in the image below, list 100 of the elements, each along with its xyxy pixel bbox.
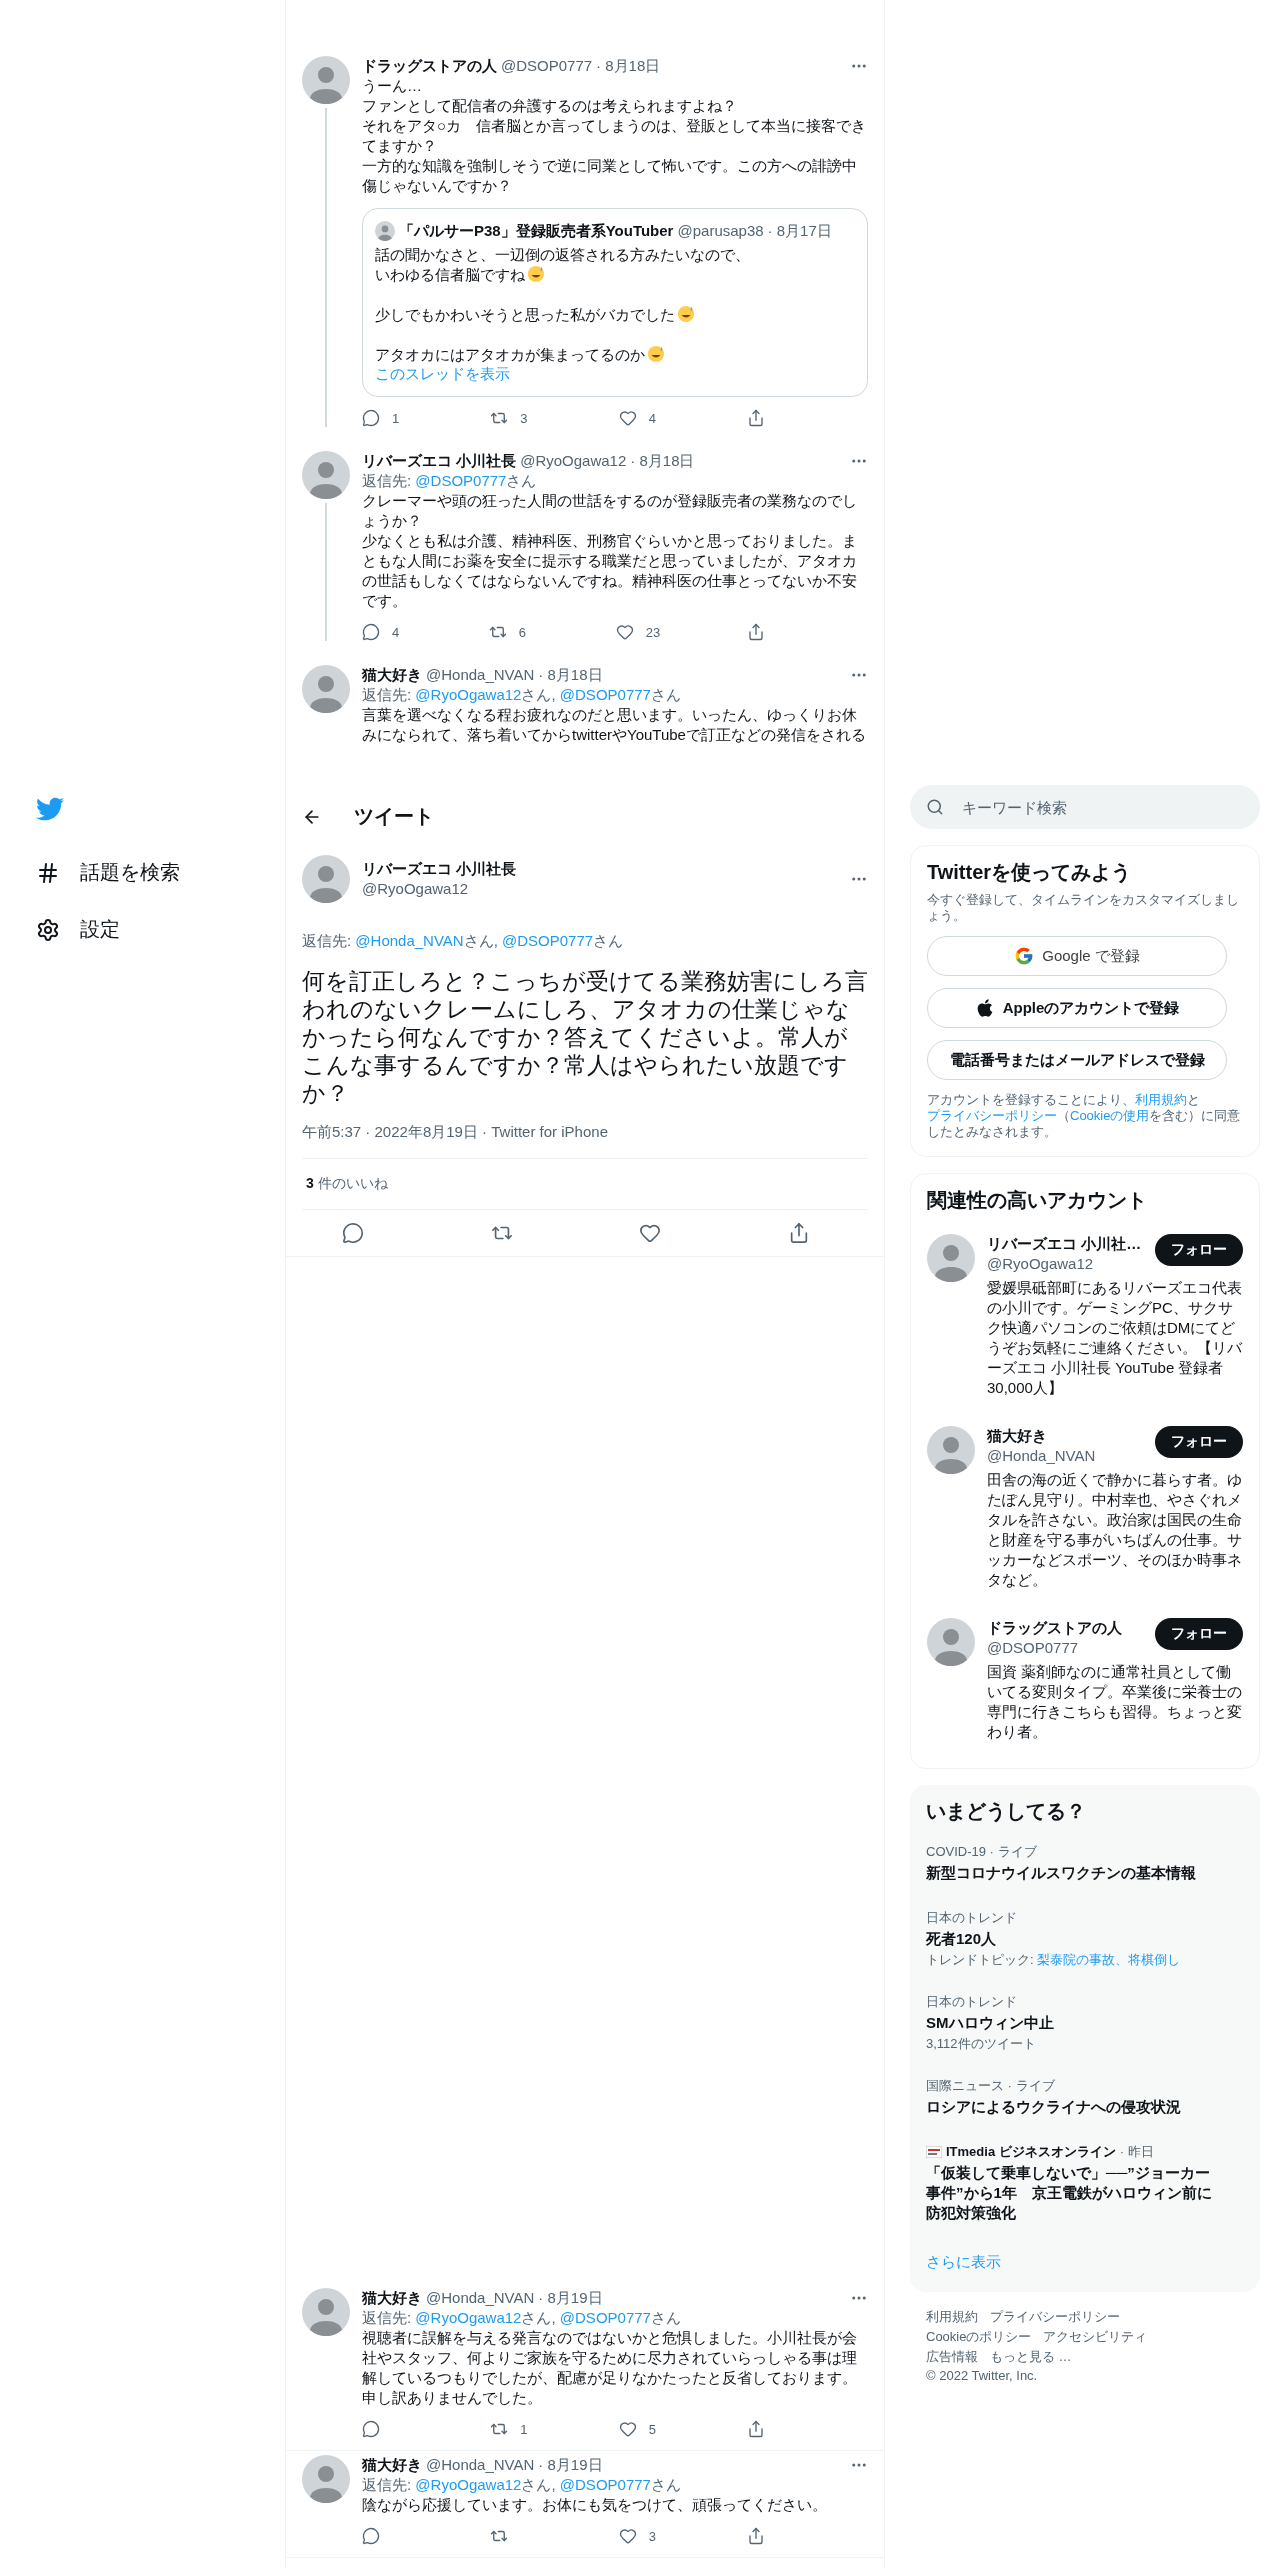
footer-link[interactable]: アクセシビリティ	[1043, 2328, 1148, 2346]
reply-to-line: 返信先: @RyoOgawa12さん, @DSOP0777さん	[362, 2308, 682, 2328]
tweet-date[interactable]: · 8月18日	[630, 451, 695, 471]
follow-button[interactable]: フォロー	[1155, 1618, 1243, 1650]
tweet-date[interactable]: · 8月18日	[596, 56, 661, 76]
account-bio: 田舎の海の近くで静かに暮らす者。ゆたぽん見守り。中村幸也、やさぐれメタルを許さない。政治家は国民の生命と財産を守る事がいちばんの仕事。サッカーなどスポーツ、そのほか時事ネタなど。	[987, 1470, 1243, 1590]
nav-item[interactable]: 設定	[30, 908, 285, 951]
page-title: ツイート	[354, 804, 434, 829]
trend-title[interactable]: 「仮装して乗車しないで」──”ジョーカー事件”から1年 京王電鉄がハロウィン前に防犯対策強化	[926, 2163, 1221, 2223]
terms-text: アカウントを登録することにより、利用規約 と プライバシーポリシー（Cookieの使用を含む）に同意したとみなされます。	[927, 1092, 1242, 1140]
account-name[interactable]: ドラッグストアの人	[987, 1618, 1122, 1638]
footer-link[interactable]: 広告情報	[926, 2348, 978, 2366]
retweet-button[interactable]: 3	[490, 409, 531, 427]
author-name[interactable]: 猫大好き	[362, 665, 422, 685]
signup-button[interactable]: 電話番号またはメールアドレスで登録	[927, 1040, 1227, 1080]
footer-link[interactable]: 利用規約	[926, 2308, 978, 2326]
account-handle: @RyoOgawa12	[987, 1254, 1095, 1274]
trend-title[interactable]: 新型コロナウイルスワクチンの基本情報	[926, 1863, 1221, 1883]
tweet-text: うーん…	[362, 76, 423, 96]
author-name[interactable]: 猫大好き	[362, 2455, 422, 2475]
account-bio: 国資 薬剤師なのに通常社員として働いてる変則タイプ。卒業後に栄養士の専門に行きこちらも習得。ちょっと変わり者。	[987, 1662, 1243, 1742]
google-logo-icon	[1014, 946, 1035, 966]
like-button[interactable]: 3	[618, 2527, 659, 2545]
speech-bubble-icon	[362, 2420, 380, 2438]
share-icon	[747, 623, 765, 641]
quote-text: いわゆる信者脳ですね	[375, 266, 525, 283]
search-field[interactable]: キーワード検索	[910, 785, 1260, 829]
author-handle: @DSOP0777	[501, 56, 593, 76]
author-handle: @RyoOgawa12	[520, 451, 627, 471]
heart-icon	[615, 623, 634, 641]
tweet-text: ファンとして配信者の弁護するのは考えられますよね？	[362, 96, 738, 116]
copyright: © 2022 Twitter, Inc.	[926, 2368, 1038, 2383]
tweet-date[interactable]: · 8月18日	[538, 665, 603, 685]
author-handle: @Honda_NVAN	[426, 2288, 535, 2308]
avatar[interactable]	[927, 1618, 975, 1666]
avatar[interactable]	[375, 221, 395, 241]
likes-count[interactable]: 3 件のいいね	[306, 1175, 388, 1191]
speech-bubble-icon	[362, 2527, 380, 2545]
author-name[interactable]: リバーズエコ 小川社長	[362, 451, 517, 471]
news-time: · 昨日	[1119, 2143, 1154, 2161]
like-button[interactable]: 4	[618, 409, 659, 427]
like-button[interactable]: 23	[615, 623, 661, 641]
like-button[interactable]: 5	[618, 2420, 659, 2438]
author-handle: @Honda_NVAN	[426, 665, 535, 685]
avatar[interactable]	[302, 2288, 350, 2336]
tweet-date[interactable]: · 8月19日	[538, 2288, 603, 2308]
avatar[interactable]	[302, 2455, 350, 2503]
quoted-tweet[interactable]: 「パルサーP38」登録販売者系YouTuber @parusap38 · 8月17日 話の聞かなさと、一辺倒の返答される方みたいなので、 いわゆる信者脳ですね 少しでもかわいそうと思った私がバカでした アタオカにはアタオカが集まってるのか このスレッドを表示	[362, 208, 868, 397]
reply-button[interactable]: 4	[362, 623, 402, 641]
avatar[interactable]	[302, 451, 350, 499]
heart-icon	[618, 409, 637, 427]
bird-logo-icon[interactable]	[36, 795, 64, 823]
search-icon	[926, 798, 944, 816]
hash-icon	[36, 860, 60, 885]
share-icon	[747, 2420, 765, 2438]
quote-text: 話の聞かなさと、一辺倒の返答される方みたいなので、	[375, 246, 750, 263]
trend-title[interactable]: SMハロウィン中止	[926, 2013, 1221, 2033]
avatar[interactable]	[927, 1426, 975, 1474]
avatar[interactable]	[302, 665, 350, 713]
author-handle: @RyoOgawa12	[362, 879, 470, 899]
tweet-text: クレーマーや頭の狂った人間の世話をするのが登録販売者の業務なのでしょうか？	[362, 491, 858, 531]
reply-to-line: 返信先: @RyoOgawa12さん, @DSOP0777さん	[362, 2475, 682, 2495]
trend-title[interactable]: ロシアによるウクライナへの侵攻状況	[926, 2097, 1221, 2117]
trend-context: 国際ニュース · ライブ	[926, 2077, 1056, 2095]
tweet-timestamp: 午前5:37 · 2022年8月19日 · Twitter for iPhone	[302, 1123, 608, 1140]
news-logo-icon	[926, 2146, 942, 2158]
settings-icon	[36, 917, 60, 942]
account-handle: @Honda_NVAN	[987, 1446, 1096, 1466]
account-name[interactable]: リバーズエコ 小川社…	[987, 1234, 1142, 1254]
avatar[interactable]	[302, 855, 350, 903]
footer-link[interactable]: もっと見る …	[990, 2348, 1072, 2366]
heart-icon	[618, 2527, 637, 2545]
author-name[interactable]: ドラッグストアの人	[362, 56, 497, 76]
tweet-text: それをアタ○カ 信者脳とか言ってしまうのは、登販として本当に接客できてますか？	[362, 116, 868, 156]
follow-button[interactable]: フォロー	[1155, 1234, 1243, 1266]
nav-item[interactable]: 話題を検索	[30, 851, 285, 894]
tweet-text: 何を訂正しろと？こっちが受けてる業務妨害にしろ言われのないクレームにしろ、アタオカの仕業じゃなかったら何なんですか？答えてくださいよ。常人がこんな事するんですか？常人はやられたい放題ですか？	[302, 967, 868, 1107]
tweet-date[interactable]: · 8月19日	[538, 2455, 603, 2475]
retweet-button[interactable]: 1	[490, 2420, 531, 2438]
signup-subtitle: 今すぐ登録して、タイムラインをカスタマイズしましょう。	[927, 892, 1240, 924]
avatar[interactable]	[302, 56, 350, 104]
share-icon	[747, 409, 765, 427]
reply-button[interactable]: 1	[362, 409, 402, 427]
news-source: ITmedia ビジネスオンライン	[946, 2143, 1116, 2161]
speech-bubble-icon	[362, 623, 380, 641]
speech-bubble-icon	[362, 409, 380, 427]
footer-link[interactable]: プライバシーポリシー	[990, 2308, 1120, 2326]
author-name[interactable]: 猫大好き	[362, 2288, 422, 2308]
signup-button[interactable]: Appleのアカウントで登録	[927, 988, 1227, 1028]
author-name[interactable]: リバーズエコ 小川社長	[362, 859, 517, 879]
follow-button[interactable]: フォロー	[1155, 1426, 1243, 1458]
avatar[interactable]	[927, 1234, 975, 1282]
signup-button[interactable]: Google で登録	[927, 936, 1227, 976]
trend-context: COVID-19 · ライブ	[926, 1843, 1038, 1861]
account-name[interactable]: 猫大好き	[987, 1426, 1096, 1446]
card-title: 関連性の高いアカウント	[927, 1188, 1148, 1213]
retweet-button[interactable]: 6	[488, 623, 529, 641]
footer-link[interactable]: Cookieのポリシー	[926, 2328, 1032, 2346]
speech-bubble-icon	[342, 1222, 364, 1244]
trend-title[interactable]: 死者120人	[926, 1929, 1221, 1949]
